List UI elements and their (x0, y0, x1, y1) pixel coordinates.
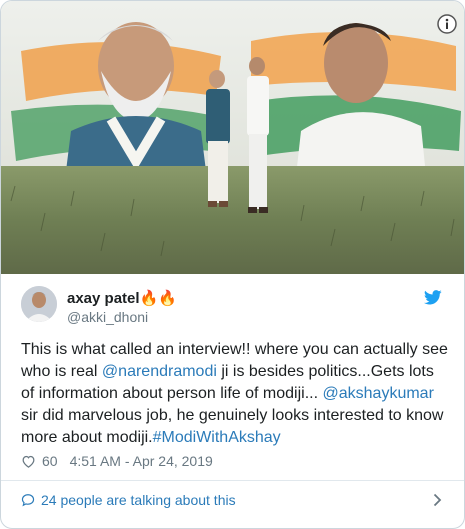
avatar[interactable] (21, 286, 57, 322)
tweet-media-image[interactable] (1, 1, 464, 274)
figure-left (206, 70, 230, 207)
conversation-link[interactable]: 24 people are talking about this (21, 489, 446, 511)
avatar-image (21, 286, 57, 322)
embedded-tweet-card: axay patel🔥🔥 @akki_dhoni This is what ca… (0, 0, 465, 529)
heart-icon[interactable] (21, 454, 36, 469)
chevron-right-icon (433, 493, 442, 507)
media-illustration (1, 1, 464, 274)
tweet-text: This is what called an interview!! where… (21, 339, 449, 449)
divider (1, 480, 464, 481)
author-handle[interactable]: @akki_dhoni (67, 309, 148, 325)
tweet-header: axay patel🔥🔥 @akki_dhoni (21, 286, 446, 328)
tweet-timestamp[interactable]: 4:51 AM - Apr 24, 2019 (70, 453, 213, 469)
mention-link[interactable]: @narendramodi (102, 363, 217, 380)
mention-link[interactable]: @akshaykumar (323, 385, 434, 402)
like-count[interactable]: 60 (42, 453, 58, 469)
twitter-bird-icon[interactable] (424, 290, 442, 305)
info-icon[interactable] (437, 14, 457, 34)
hashtag-link[interactable]: #ModiWithAkshay (153, 429, 281, 446)
conversation-label: 24 people are talking about this (41, 492, 236, 508)
speech-bubble-icon (21, 494, 35, 507)
author-name[interactable]: axay patel🔥🔥 (67, 289, 177, 307)
tweet-meta: 60 4:51 AM - Apr 24, 2019 (21, 451, 213, 471)
figure-right (247, 57, 269, 213)
